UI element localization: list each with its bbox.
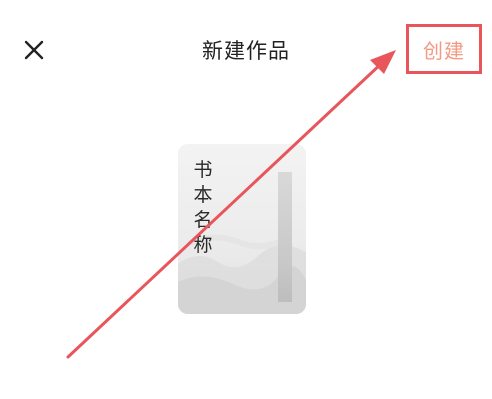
create-button[interactable]: 创建 <box>406 24 482 74</box>
cover-spine-decoration <box>278 172 292 302</box>
create-button-label: 创建 <box>423 38 465 63</box>
book-cover[interactable]: 书本名称 <box>178 144 306 314</box>
cover-book-title: 书本名称 <box>193 159 213 256</box>
new-work-sheet: 新建作品 创建 书本名称 <box>0 0 492 399</box>
